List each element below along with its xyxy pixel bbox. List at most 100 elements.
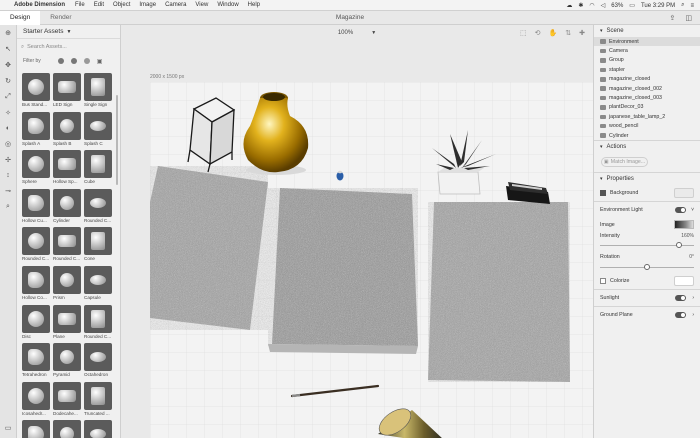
asset-tile[interactable]: Icosahedr... xyxy=(22,381,50,421)
menu-edit[interactable]: Edit xyxy=(94,2,104,8)
camera-orbit-icon[interactable]: ⟲ xyxy=(535,29,541,37)
scene-item[interactable]: japanese_table_lamp_2 xyxy=(594,112,700,121)
magazine-left[interactable] xyxy=(150,166,268,330)
asset-tile[interactable]: Truncated ... xyxy=(84,381,112,421)
scene-item[interactable]: Cylinder xyxy=(594,131,700,140)
asset-tile[interactable]: Prism xyxy=(53,265,81,305)
intensity-slider-knob[interactable] xyxy=(675,242,682,249)
horizon-tool-icon[interactable]: ⊸ xyxy=(5,187,11,195)
tab-render[interactable]: Render xyxy=(40,11,81,25)
spotlight-icon[interactable]: ⌕ xyxy=(681,2,684,9)
select-tool-icon[interactable]: ↖ xyxy=(5,45,11,53)
magic-wand-icon[interactable]: ✧ xyxy=(5,109,11,117)
scene-item[interactable]: stapler xyxy=(594,65,700,74)
camera-pan-icon[interactable]: ✋ xyxy=(549,29,558,37)
chevron-right-icon[interactable]: › xyxy=(692,295,694,301)
pan-camera-icon[interactable]: ✢ xyxy=(5,156,11,164)
asset-tile[interactable]: Octahedron xyxy=(84,343,112,382)
menu-file[interactable]: File xyxy=(75,2,85,8)
zoom-tool-icon[interactable]: ⌕ xyxy=(6,203,10,211)
scene-item[interactable]: magazine_closed_002 xyxy=(594,84,700,93)
share-icon[interactable]: ⇪ xyxy=(670,14,676,22)
asset-tile[interactable]: Rounded C... xyxy=(22,227,50,266)
assets-scrollbar[interactable] xyxy=(116,95,118,185)
chevron-down-icon[interactable]: ▼ xyxy=(66,29,71,35)
battery-icon[interactable]: ▭ xyxy=(629,2,635,9)
asset-tile[interactable]: Disc xyxy=(22,304,50,344)
filter-images-icon[interactable]: ▣ xyxy=(97,58,103,65)
frame-icon[interactable]: ⬚ xyxy=(520,29,527,37)
sample-material-icon[interactable]: ◐ xyxy=(6,125,10,132)
asset-tile[interactable]: Capsule xyxy=(84,265,112,305)
menu-object[interactable]: Object xyxy=(113,2,130,8)
asset-tile[interactable] xyxy=(53,420,81,438)
wifi-icon[interactable]: ◠ xyxy=(589,2,594,9)
colorize-checkbox[interactable] xyxy=(600,278,606,285)
chevron-right-icon[interactable]: › xyxy=(692,312,694,318)
filter-materials-icon[interactable] xyxy=(70,58,77,64)
menu-window[interactable]: Window xyxy=(217,2,238,8)
sunlight-toggle[interactable] xyxy=(675,295,686,302)
clock[interactable]: Tue 3:29 PM xyxy=(641,3,675,9)
app-name-menu[interactable]: Adobe Dimension xyxy=(14,2,65,8)
asset-tile[interactable]: Splash C xyxy=(84,111,112,151)
camera-dolly-icon[interactable]: ⇅ xyxy=(565,29,571,37)
orbit-camera-icon[interactable]: ◎ xyxy=(5,140,11,148)
asset-tile[interactable]: Plane xyxy=(53,304,81,344)
search-input[interactable]: Search Assets... xyxy=(27,44,67,50)
scene-item[interactable]: Camera xyxy=(594,46,700,55)
scene-item[interactable]: plantDecor_03 xyxy=(594,103,700,112)
properties-section-header[interactable]: ▾ Properties xyxy=(594,173,700,185)
magazine-right[interactable] xyxy=(428,202,570,382)
menu-help[interactable]: Help xyxy=(248,2,260,8)
add-icon[interactable]: ⊕ xyxy=(5,29,11,37)
scene-section-header[interactable]: ▾ Scene xyxy=(594,25,700,37)
asset-tile[interactable]: Rounded C... xyxy=(84,188,112,228)
intensity-value[interactable]: 160% xyxy=(681,233,694,239)
chevron-down-icon[interactable]: ▾ xyxy=(600,144,603,150)
scene-item[interactable]: Environment xyxy=(594,37,700,47)
rotate-tool-icon[interactable]: ↻ xyxy=(5,77,11,85)
rotation-slider[interactable] xyxy=(600,264,694,271)
filter-models-icon[interactable] xyxy=(57,58,64,64)
asset-tile[interactable]: Bus Stand... xyxy=(22,73,50,112)
chevron-down-icon[interactable]: ▼ xyxy=(371,30,376,36)
asset-tile[interactable]: Cylinder xyxy=(53,188,81,228)
match-image-button[interactable]: ▣ Match Image... xyxy=(601,157,648,168)
asset-tile[interactable]: Splash B xyxy=(53,111,81,151)
scale-tool-icon[interactable]: ⤢ xyxy=(5,93,11,101)
chevron-down-icon[interactable]: ▾ xyxy=(600,28,603,34)
background-checkbox[interactable] xyxy=(600,190,606,197)
3d-viewport[interactable] xyxy=(150,82,597,438)
menu-view[interactable]: View xyxy=(195,2,208,8)
asset-tile[interactable]: LED Sign xyxy=(53,73,81,112)
rotation-slider-knob[interactable] xyxy=(644,264,650,271)
asset-tile[interactable]: Pyramid xyxy=(53,343,81,382)
chevron-down-icon[interactable]: ˅ xyxy=(691,207,694,213)
colorize-color-swatch[interactable] xyxy=(674,276,694,287)
asset-tile[interactable]: Cube xyxy=(84,150,112,189)
filter-lights-icon[interactable] xyxy=(83,58,90,64)
bluetooth-icon[interactable]: ✱ xyxy=(578,2,583,9)
creative-cloud-icon[interactable]: ☁ xyxy=(566,2,572,9)
assets-search[interactable]: ⌕ Search Assets... xyxy=(21,42,116,52)
asset-tile[interactable]: Hollow Cu... xyxy=(22,188,50,228)
asset-tile[interactable] xyxy=(84,420,112,438)
zoom-level[interactable]: 100% xyxy=(338,30,353,36)
ground-plane-toggle[interactable] xyxy=(675,312,686,319)
learn-icon[interactable]: ◫ xyxy=(685,14,692,22)
scene-item[interactable]: wood_pencil xyxy=(594,122,700,131)
asset-tile[interactable]: Tetrahedron xyxy=(22,343,50,382)
asset-tile[interactable]: Hollow Co... xyxy=(22,265,50,305)
menu-camera[interactable]: Camera xyxy=(165,2,186,8)
magazine-middle[interactable] xyxy=(268,188,418,354)
camera-bookmark-icon[interactable]: ✚ xyxy=(579,29,585,37)
actions-section-header[interactable]: ▾ Actions xyxy=(594,141,700,153)
volume-icon[interactable]: ◁ xyxy=(601,2,606,9)
scene-item[interactable]: magazine_closed_003 xyxy=(594,93,700,102)
asset-tile[interactable]: Cone xyxy=(84,227,112,266)
environment-image-thumbnail[interactable] xyxy=(674,220,694,230)
assets-header[interactable]: Starter Assets ▼ xyxy=(17,25,120,39)
notification-center-icon[interactable]: ≡ xyxy=(690,3,694,9)
asset-tile[interactable]: Splash A xyxy=(22,111,50,151)
